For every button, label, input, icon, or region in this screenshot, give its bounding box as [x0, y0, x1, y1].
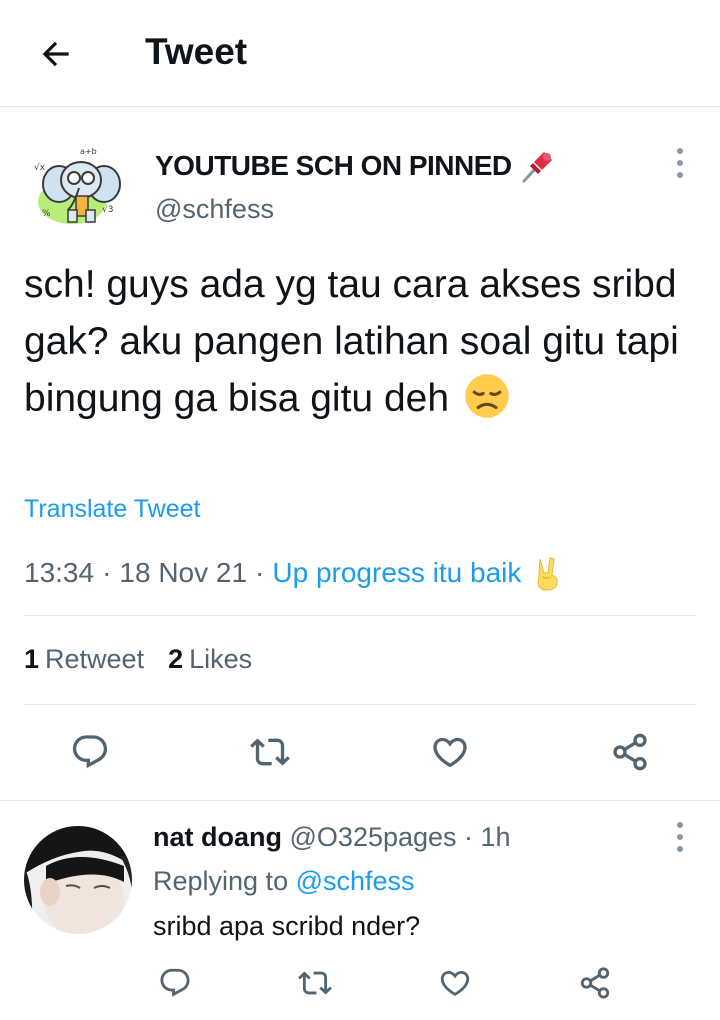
likes-stat[interactable]: 2 Likes: [168, 644, 252, 675]
likes-count: 2: [168, 644, 184, 674]
reply-more-button[interactable]: [665, 817, 695, 857]
tweet-meta: 13:34 · 18 Nov 21 · Up progress itu baik: [24, 555, 563, 591]
retweets-stat[interactable]: 1 Retweet: [24, 644, 144, 675]
svg-text:a+b: a+b: [80, 147, 97, 156]
meta-separator: ·: [102, 557, 112, 588]
reply-like-button[interactable]: [433, 961, 477, 1005]
tweet-more-button[interactable]: [665, 143, 695, 183]
translate-tweet-link[interactable]: Translate Tweet: [24, 495, 200, 524]
likes-label: Likes: [189, 644, 253, 674]
pushpin-icon: [522, 152, 552, 183]
replying-label: Replying to: [153, 866, 289, 896]
svg-text:√3: √3: [102, 204, 113, 215]
reply-text: sribd apa scribd nder?: [153, 911, 421, 941]
svg-text:√x: √x: [34, 162, 46, 173]
reply-button[interactable]: [68, 730, 112, 774]
tweet-source-link[interactable]: Up progress itu baik: [272, 557, 521, 589]
victory-hand-icon: [537, 557, 559, 591]
divider: [24, 615, 696, 616]
reply-icon: [72, 735, 108, 769]
reply-share-button[interactable]: [573, 961, 617, 1005]
share-icon: [580, 967, 610, 999]
tweet-stats: 1 Retweet 2 Likes: [24, 644, 252, 675]
tweet-text: sch! guys ada yg tau cara akses sribd ga…: [24, 256, 696, 427]
author-name[interactable]: YOUTUBE SCH ON PINNED: [155, 148, 556, 184]
like-button[interactable]: [428, 730, 472, 774]
author-name-text: YOUTUBE SCH ON PINNED: [155, 150, 512, 181]
page-title: Tweet: [145, 31, 248, 72]
tweet-time[interactable]: 13:34: [24, 557, 94, 589]
share-button[interactable]: [608, 730, 652, 774]
retweets-count: 1: [24, 644, 40, 674]
reply-retweet-button[interactable]: [293, 961, 337, 1005]
author-handle[interactable]: @schfess: [155, 194, 274, 225]
top-bar: Tweet: [0, 0, 720, 107]
tweet-body: sch! guys ada yg tau cara akses sribd ga…: [24, 263, 679, 420]
retweets-label: Retweet: [45, 644, 145, 674]
like-icon: [433, 737, 467, 768]
arrow-left-icon: [42, 41, 69, 67]
tweet-date[interactable]: 18 Nov 21: [119, 557, 247, 589]
svg-text:%: %: [42, 209, 51, 219]
reply-icon: [160, 968, 190, 997]
reply-header: nat doang @O325pages · 1h: [153, 822, 511, 853]
reply-meta: @O325pages · 1h: [289, 822, 511, 852]
share-icon: [613, 733, 647, 771]
author-avatar[interactable]: √x a+b % √3: [24, 136, 124, 236]
reply-author-name[interactable]: nat doang: [153, 822, 282, 852]
meta-separator: ·: [255, 557, 265, 588]
reply-avatar[interactable]: [24, 826, 132, 934]
replying-to-link[interactable]: @schfess: [296, 866, 415, 896]
retweet-button[interactable]: [248, 730, 292, 774]
divider: [24, 704, 696, 705]
like-icon: [440, 970, 470, 996]
replying-to: Replying to @schfess: [153, 866, 415, 897]
retweet-icon: [250, 738, 290, 766]
disappointed-face-icon: [465, 374, 509, 418]
reply-reply-button[interactable]: [153, 961, 197, 1005]
retweet-icon: [298, 971, 332, 995]
back-button[interactable]: [36, 34, 76, 74]
divider: [0, 800, 720, 801]
